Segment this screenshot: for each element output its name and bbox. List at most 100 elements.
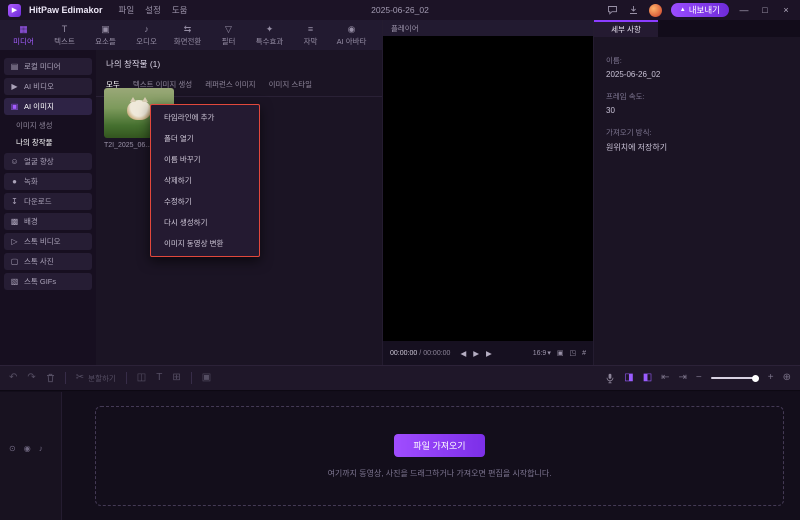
microphone-icon[interactable] (605, 373, 615, 384)
tab-filter[interactable]: ▽ 필터 (208, 24, 249, 47)
next-frame-icon[interactable]: ▶ (486, 349, 492, 358)
menu-item-delete[interactable]: 삭제하기 (151, 170, 259, 191)
jump-end-icon[interactable]: ⇥ (679, 373, 687, 383)
close-button[interactable]: × (780, 5, 792, 15)
folder-icon: ▤ (10, 62, 19, 71)
play-icon[interactable]: ▶ (473, 349, 479, 358)
export-label: 내보내기 (688, 5, 720, 15)
menu-item-rename[interactable]: 이름 바꾸기 (151, 149, 259, 170)
menu-item-open-folder[interactable]: 폴더 열기 (151, 128, 259, 149)
tab-label: 필터 (221, 36, 236, 46)
filter-tab-reference[interactable]: 레퍼런스 이미지 (205, 79, 255, 90)
zoom-in-icon[interactable]: + (768, 373, 774, 383)
keyframe-icon[interactable]: ⊞ (172, 373, 180, 383)
export-button[interactable]: ▲ 내보내기 (670, 3, 729, 17)
sidebar-item-ai-image[interactable]: ▣ AI 이미지 (4, 98, 92, 115)
mute-icon[interactable]: ♪ (39, 444, 43, 453)
tab-media[interactable]: ▦ 미디어 (3, 24, 44, 47)
media-sidebar: ▤ 로컬 미디어 ▶ AI 비디오 ▣ AI 이미지 이미지 생성 나의 창작물… (0, 50, 96, 365)
player-title: 플레이어 (391, 23, 419, 33)
stock-video-icon: ▷ (11, 237, 18, 246)
toolbar-divider (64, 372, 66, 384)
tab-details[interactable]: 세부 사항 (594, 20, 658, 37)
tab-label: 요소들 (95, 36, 116, 46)
grid-icon[interactable]: # (582, 350, 586, 357)
crop-icon[interactable]: ◫ (137, 373, 146, 383)
record-track-icon[interactable]: ⊙ (9, 444, 16, 453)
time-divider: / (419, 349, 422, 357)
sidebar-item-my-creations[interactable]: 나의 창작물 (16, 135, 92, 150)
tab-effects[interactable]: ✦ 특수효과 (249, 24, 290, 47)
details-body: 이름: 2025-06-26_02 프레임 속도: 30 가져오기 방식: 원위… (594, 37, 800, 159)
sidebar-label: 스톡 GIFs (24, 277, 57, 286)
sidebar-item-stock-video[interactable]: ▷ 스톡 비디오 (4, 233, 92, 250)
thumbnail-filename: T2I_2025_06... (104, 142, 152, 149)
prev-frame-icon[interactable]: ◀ (460, 349, 466, 358)
import-dropzone[interactable]: 파일 가져오기 여기까지 동영상, 사진을 드래그하거나 가져오면 편집을 시작… (95, 406, 784, 506)
split-label: 분할하기 (88, 373, 116, 383)
snapshot-icon[interactable]: ▣ (557, 349, 564, 357)
player-preview[interactable] (383, 36, 593, 341)
menu-item-image-to-video[interactable]: 이미지 동영상 변환 (151, 233, 259, 254)
sidebar-label: 다운로드 (24, 197, 52, 206)
tab-text[interactable]: T 텍스트 (44, 24, 85, 47)
timeline-zoom-slider[interactable] (710, 374, 759, 382)
tab-label: 자막 (303, 36, 318, 46)
split-icon[interactable]: ✂ (76, 373, 84, 383)
eye-icon[interactable]: ◉ (24, 444, 31, 453)
tab-audio[interactable]: ♪ 오디오 (126, 24, 167, 47)
menu-item-add-to-timeline[interactable]: 타임라인에 추가 (151, 107, 259, 128)
sidebar-item-stock-gifs[interactable]: ▧ 스톡 GIFs (4, 273, 92, 290)
download-manager-icon[interactable] (628, 4, 640, 16)
sidebar-item-face-enhance[interactable]: ☺ 얼굴 향상 (4, 153, 92, 170)
sidebar-item-image-generate[interactable]: 이미지 생성 (16, 118, 92, 133)
trash-icon[interactable] (46, 373, 55, 383)
import-file-button[interactable]: 파일 가져오기 (394, 433, 485, 457)
tab-transition[interactable]: ⇆ 화면전환 (167, 24, 208, 47)
menu-item-regenerate[interactable]: 다시 생성하기 (151, 212, 259, 233)
download-icon: ↧ (11, 197, 18, 206)
field-value-framerate: 30 (606, 106, 615, 115)
toolbar-right-group: ◨ ◧ ⇤ ⇥ − + ⊕ (605, 373, 791, 384)
tab-ai-avatar[interactable]: ◉ AI 아바타 (331, 24, 372, 47)
slider-knob[interactable] (751, 374, 759, 382)
tab-elements[interactable]: ▣ 요소들 (85, 24, 126, 47)
aspect-ratio-dropdown[interactable]: 16:9 ▾ (533, 349, 551, 358)
tab-label: 텍스트 (54, 36, 75, 46)
subtitle-icon: ≡ (307, 23, 314, 34)
sidebar-item-local-media[interactable]: ▤ 로컬 미디어 (4, 58, 92, 75)
user-avatar[interactable] (648, 3, 662, 17)
filter-tab-style[interactable]: 이미지 스타일 (269, 79, 312, 90)
sidebar-label: 배경 (24, 217, 38, 226)
toolbar-divider (190, 372, 192, 384)
sidebar-item-download[interactable]: ↧ 다운로드 (4, 193, 92, 210)
stock-photo-icon: ▢ (10, 257, 19, 266)
sidebar-item-background[interactable]: ▩ 배경 (4, 213, 92, 230)
sidebar-label: 녹화 (24, 177, 38, 186)
menu-settings[interactable]: 설정 (145, 4, 161, 16)
sidebar-label: 스톡 사진 (24, 257, 54, 266)
tab-subtitle[interactable]: ≡ 자막 (290, 24, 331, 47)
track-header: ⊙ ◉ ♪ (0, 392, 62, 520)
sidebar-item-stock-photo[interactable]: ▢ 스톡 사진 (4, 253, 92, 270)
freeze-frame-icon[interactable]: ▣ (202, 373, 211, 383)
menu-help[interactable]: 도움 (172, 4, 188, 16)
jump-start-icon[interactable]: ⇤ (661, 373, 669, 383)
app-logo-icon: ▶ (8, 3, 21, 17)
voice-track-toggle-icon[interactable]: ◨ (624, 373, 633, 383)
sidebar-item-record[interactable]: ● 녹화 (4, 173, 92, 190)
fullscreen-icon[interactable]: ◳ (569, 349, 576, 357)
text-tool-icon[interactable]: T (156, 373, 162, 383)
minimize-button[interactable]: — (738, 5, 750, 15)
menu-item-edit[interactable]: 수정하기 (151, 191, 259, 212)
sidebar-item-ai-video[interactable]: ▶ AI 비디오 (4, 78, 92, 95)
feedback-icon[interactable] (607, 4, 619, 16)
auto-ripple-toggle-icon[interactable]: ◧ (643, 373, 652, 383)
menu-file[interactable]: 파일 (119, 4, 135, 16)
zoom-out-icon[interactable]: − (696, 373, 702, 383)
tab-label: 화면전환 (173, 36, 202, 46)
redo-icon[interactable]: ↷ (27, 373, 35, 383)
undo-icon[interactable]: ↶ (9, 373, 17, 383)
maximize-button[interactable]: □ (759, 5, 771, 15)
fit-timeline-icon[interactable]: ⊕ (783, 373, 791, 383)
